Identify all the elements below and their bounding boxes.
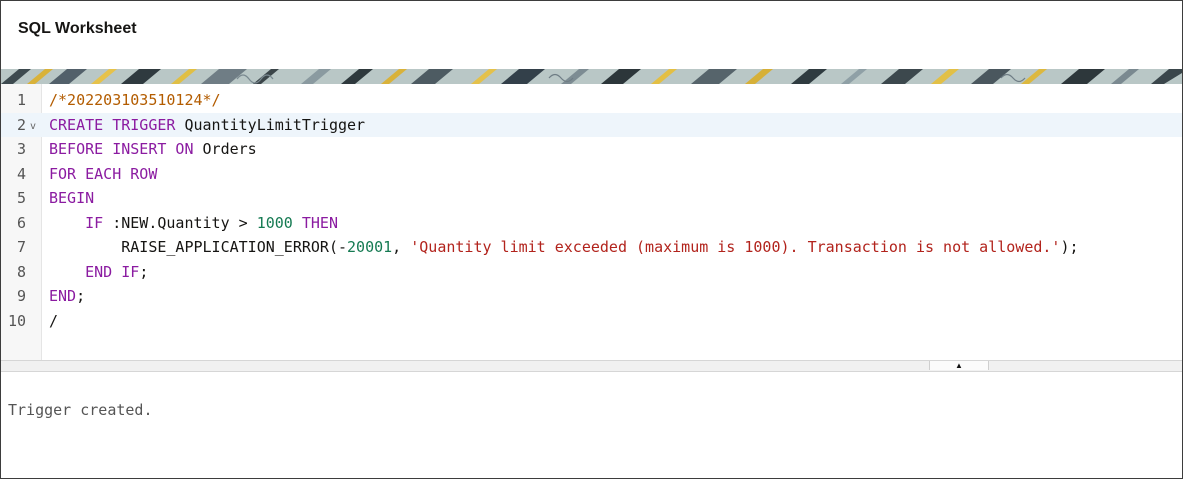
code-text: BEFORE INSERT ON Orders <box>49 137 257 162</box>
code-token: FOR EACH ROW <box>49 164 158 183</box>
code-text: IF :NEW.Quantity > 1000 THEN <box>49 211 338 236</box>
code-text: RAISE_APPLICATION_ERROR(-20001, 'Quantit… <box>49 235 1079 260</box>
collapse-pane-button[interactable]: ▲ <box>929 361 989 370</box>
line-number: 6 <box>16 213 26 232</box>
code-text: BEGIN <box>49 186 94 211</box>
fold-chevron-icon[interactable]: v <box>30 115 36 140</box>
sql-worksheet-window: SQL Worksheet 1 /*202203103510124*/ 2 v … <box>0 0 1183 479</box>
code-token: /*202203103510124*/ <box>49 91 221 109</box>
code-token: 'Quantity limit exceeded (maximum is 100… <box>410 238 1061 256</box>
caret-up-icon: ▲ <box>955 361 963 370</box>
code-token: , <box>392 238 411 256</box>
code-text: / <box>49 309 58 334</box>
code-token: BEGIN <box>49 189 95 207</box>
code-line[interactable]: 7 RAISE_APPLICATION_ERROR(-20001, 'Quant… <box>1 235 1182 260</box>
code-line[interactable]: 5 BEGIN <box>1 186 1182 211</box>
page-title: SQL Worksheet <box>18 20 137 37</box>
code-line[interactable]: 8 END IF; <box>1 260 1182 285</box>
output-pane: Trigger created. <box>1 372 1182 478</box>
worksheet-header: SQL Worksheet <box>1 1 1182 69</box>
code-token: BEFORE INSERT ON <box>49 140 194 158</box>
code-line[interactable]: 3 BEFORE INSERT ON Orders <box>1 137 1182 162</box>
code-line[interactable]: 9 END; <box>1 284 1182 309</box>
code-token: Orders <box>193 140 257 158</box>
code-token: END IF <box>85 262 140 281</box>
code-token: ); <box>1060 238 1079 256</box>
decorative-banner <box>1 69 1182 84</box>
line-number: 1 <box>16 91 26 109</box>
code-token: / <box>49 311 59 330</box>
code-token: 20001 <box>347 238 393 256</box>
code-token: RAISE_APPLICATION_ERROR(- <box>49 238 348 256</box>
line-number: 8 <box>16 262 26 281</box>
code-token: ; <box>76 287 86 305</box>
code-line[interactable]: 4 FOR EACH ROW <box>1 162 1182 187</box>
line-number: 9 <box>16 287 26 305</box>
pane-splitter[interactable]: ▲ <box>1 360 1182 372</box>
code-editor[interactable]: 1 /*202203103510124*/ 2 v CREATE TRIGGER Qua… <box>1 84 1182 360</box>
code-line[interactable]: 2 v CREATE TRIGGER QuantityLimitTrigger <box>1 112 1182 140</box>
code-line[interactable]: 10 / <box>1 309 1182 334</box>
line-number: 5 <box>16 189 26 207</box>
code-line[interactable]: 6 IF :NEW.Quantity > 1000 THEN <box>1 211 1182 236</box>
code-text: END; <box>49 284 85 309</box>
line-number: 2 <box>16 115 26 134</box>
code-token: THEN <box>301 213 338 232</box>
code-token: QuantityLimitTrigger <box>175 115 366 134</box>
line-number: 4 <box>16 164 26 183</box>
code-token: END <box>49 287 77 305</box>
code-token: :NEW.Quantity > <box>103 213 257 232</box>
code-text: /*202203103510124*/ <box>49 88 221 113</box>
code-token: ; <box>139 262 149 281</box>
output-message: Trigger created. <box>8 401 153 419</box>
code-text: CREATE TRIGGER QuantityLimitTrigger <box>49 113 365 138</box>
line-number: 7 <box>16 238 26 256</box>
code-token: CREATE TRIGGER <box>49 115 176 134</box>
code-text: END IF; <box>49 260 148 285</box>
code-text: FOR EACH ROW <box>49 162 157 187</box>
line-number: 3 <box>16 140 26 158</box>
code-line[interactable]: 1 /*202203103510124*/ <box>1 88 1182 113</box>
line-number: 10 <box>7 311 26 330</box>
code-token: 1000 <box>256 213 293 232</box>
code-token: IF <box>85 213 104 232</box>
